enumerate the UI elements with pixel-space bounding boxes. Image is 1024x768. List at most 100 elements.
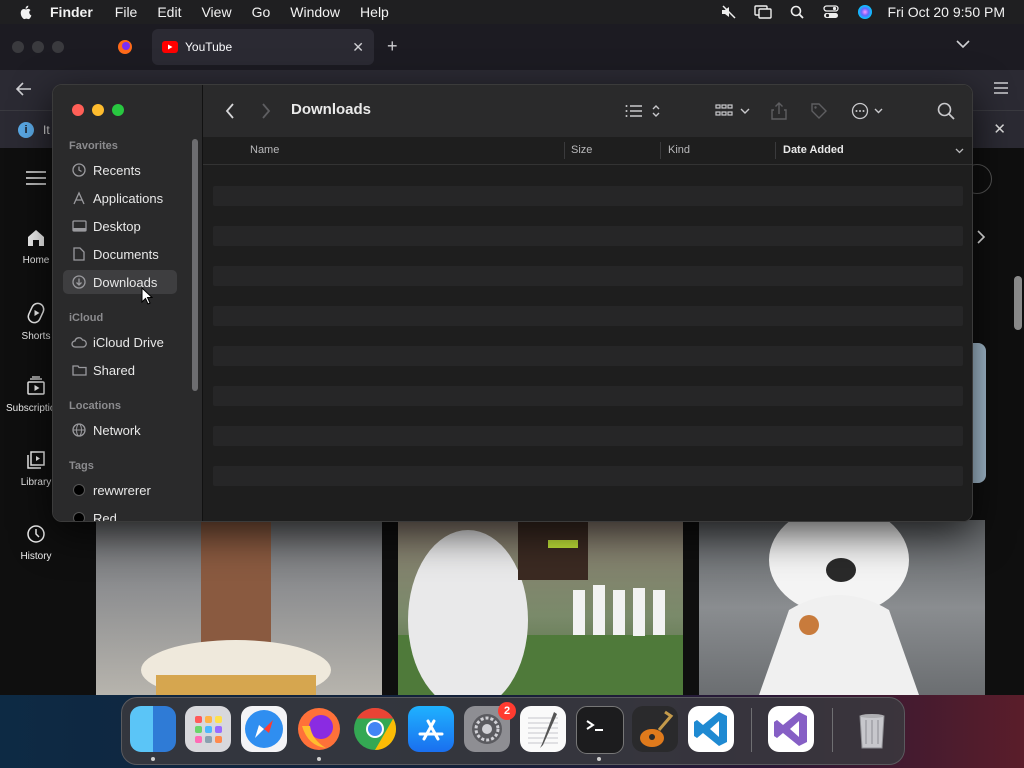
close-window-button[interactable] — [72, 104, 84, 116]
column-size[interactable]: Size — [571, 144, 592, 156]
dock-textedit-icon[interactable] — [520, 706, 566, 752]
forward-chevron-icon[interactable] — [261, 103, 271, 119]
zoom-window-button[interactable] — [112, 104, 124, 116]
sidebar-item-downloads[interactable]: Downloads — [63, 270, 177, 294]
tab-list-chevron-icon[interactable] — [956, 39, 970, 49]
sidebar-item-label: Recents — [93, 162, 141, 178]
video-thumbnail[interactable] — [96, 520, 382, 695]
sidebar-section-icloud: iCloud — [69, 312, 104, 324]
back-arrow-icon[interactable] — [16, 82, 32, 96]
minimize-window-button[interactable] — [92, 104, 104, 116]
more-actions-icon[interactable] — [851, 102, 887, 120]
control-center-icon[interactable] — [822, 4, 840, 20]
menubar-clock[interactable]: Fri Oct 20 9:50 PM — [888, 4, 1005, 20]
sidebar-item-tag-red[interactable]: Red — [63, 506, 177, 522]
sidebar-item-icloud-drive[interactable]: iCloud Drive — [63, 330, 177, 354]
shorts-icon — [27, 302, 45, 324]
menu-app-finder[interactable]: Finder — [50, 4, 93, 20]
column-header: Name Size Kind Date Added — [203, 137, 972, 165]
sidebar-item-label: rewwrerer — [93, 482, 151, 498]
sidebar-scrollbar[interactable] — [192, 139, 198, 391]
desktop-icon — [71, 218, 87, 234]
dock-visual-studio-icon[interactable] — [768, 706, 814, 752]
group-by-icon[interactable] — [715, 102, 751, 120]
sidebar-item-desktop[interactable]: Desktop — [63, 214, 177, 238]
column-date-added[interactable]: Date Added — [783, 144, 844, 156]
column-name[interactable]: Name — [250, 144, 279, 156]
sidebar-item-tag-rewwrerer[interactable]: rewwrerer — [63, 478, 177, 502]
search-icon[interactable] — [937, 102, 955, 120]
menu-help[interactable]: Help — [360, 4, 389, 20]
video-thumbnail[interactable] — [398, 520, 683, 695]
dock-chrome-icon[interactable] — [352, 706, 398, 752]
menu-edit[interactable]: Edit — [157, 4, 181, 20]
sidebar-section-locations: Locations — [69, 400, 121, 412]
tab-title: YouTube — [185, 40, 233, 54]
dock-trash-icon[interactable] — [849, 706, 895, 752]
browser-minimize-dot[interactable] — [32, 41, 44, 53]
menu-file[interactable]: File — [115, 4, 138, 20]
empty-row-stripe — [213, 386, 963, 406]
sort-descending-icon[interactable] — [955, 148, 964, 154]
finder-toolbar: Downloads — [203, 85, 972, 138]
chevron-right-icon[interactable] — [976, 230, 986, 244]
list-view-icon[interactable] — [625, 102, 661, 120]
video-thumbnail[interactable] — [699, 520, 985, 695]
hamburger-menu-icon[interactable] — [994, 82, 1008, 94]
dock-firefox-icon[interactable] — [296, 706, 342, 752]
menu-window[interactable]: Window — [290, 4, 340, 20]
column-divider[interactable] — [775, 142, 776, 159]
apple-menu-icon[interactable] — [18, 4, 34, 20]
sidebar-item-documents[interactable]: Documents — [63, 242, 177, 266]
mouse-pointer-icon — [141, 287, 153, 305]
back-chevron-icon[interactable] — [225, 103, 235, 119]
spotlight-search-icon[interactable] — [788, 4, 806, 20]
sidebar-section-tags: Tags — [69, 460, 94, 472]
muted-speaker-icon[interactable] — [720, 4, 738, 20]
screen-mirroring-icon[interactable] — [753, 4, 772, 20]
siri-icon[interactable] — [856, 4, 874, 20]
dock-safari-icon[interactable] — [241, 706, 287, 752]
subscriptions-icon — [27, 376, 45, 395]
browser-close-dot[interactable] — [12, 41, 24, 53]
page-scrollbar[interactable] — [1014, 276, 1022, 330]
youtube-nav-history[interactable]: History — [0, 524, 72, 562]
browser-tab-bar: YouTube ✕ + — [0, 24, 1024, 70]
sidebar-item-shared[interactable]: Shared — [63, 358, 177, 382]
dock-app-store-icon[interactable] — [408, 706, 454, 752]
firefox-view-icon[interactable] — [117, 39, 133, 55]
new-tab-icon[interactable]: + — [387, 36, 398, 57]
empty-row-stripe — [213, 266, 963, 286]
dock-launchpad-icon[interactable] — [185, 706, 231, 752]
browser-zoom-dot[interactable] — [52, 41, 64, 53]
dock-terminal-icon[interactable] — [576, 706, 624, 754]
dock-system-settings-icon[interactable]: 2 — [464, 702, 516, 752]
share-icon[interactable] — [771, 102, 787, 120]
column-divider[interactable] — [564, 142, 565, 159]
empty-row-stripe — [213, 346, 963, 366]
tag-icon[interactable] — [810, 102, 828, 120]
column-kind[interactable]: Kind — [668, 144, 690, 156]
dock-separator — [751, 708, 752, 752]
tab-youtube[interactable]: YouTube ✕ — [152, 29, 374, 65]
sidebar-item-recents[interactable]: Recents — [63, 158, 177, 182]
running-indicator — [317, 757, 321, 761]
menu-go[interactable]: Go — [252, 4, 271, 20]
sidebar-item-applications[interactable]: Applications — [63, 186, 177, 210]
youtube-menu-icon[interactable] — [26, 170, 46, 186]
finder-content: Downloads Name Size Kind Date Added — [202, 85, 972, 521]
close-tab-icon[interactable]: ✕ — [352, 39, 364, 56]
dock-finder-icon[interactable] — [130, 706, 176, 752]
column-divider[interactable] — [660, 142, 661, 159]
menu-view[interactable]: View — [201, 4, 231, 20]
document-icon — [71, 246, 87, 262]
globe-icon — [71, 422, 87, 438]
sidebar-item-label: Red — [93, 510, 117, 522]
close-notification-icon[interactable]: ✕ — [993, 120, 1006, 138]
home-icon — [28, 230, 44, 246]
cloud-icon — [71, 334, 87, 350]
dock-garageband-icon[interactable] — [632, 706, 678, 752]
dock-vscode-icon[interactable] — [688, 706, 734, 752]
empty-row-stripe — [213, 226, 963, 246]
sidebar-item-network[interactable]: Network — [63, 418, 177, 442]
